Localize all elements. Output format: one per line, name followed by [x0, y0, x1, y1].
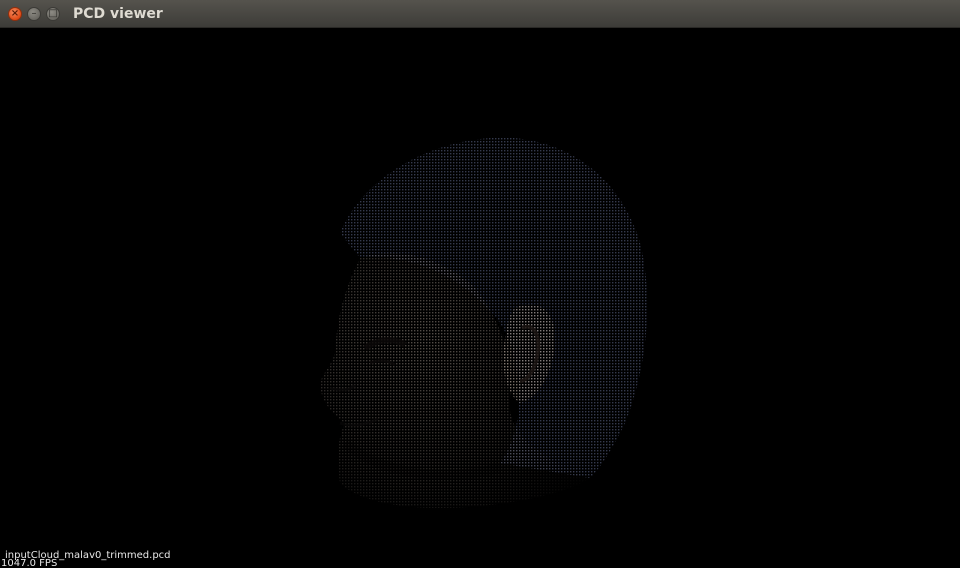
point-cloud-viewport[interactable]: inputCloud_malav0_trimmed.pcd 1047.0 FPS [0, 28, 960, 568]
pcd-viewer-window: × – □ PCD viewer inputCloud_malav0_trimm… [0, 0, 960, 568]
point-cloud-head [320, 137, 648, 508]
maximize-icon: □ [48, 8, 58, 19]
fps-counter: 1047.0 FPS [1, 558, 58, 568]
minimize-icon: – [31, 8, 37, 19]
minimize-button[interactable]: – [27, 7, 41, 21]
maximize-button[interactable]: □ [46, 7, 60, 21]
close-icon: × [10, 8, 20, 19]
window-title: PCD viewer [73, 6, 163, 22]
title-bar[interactable]: × – □ PCD viewer [0, 0, 960, 28]
close-button[interactable]: × [8, 7, 22, 21]
